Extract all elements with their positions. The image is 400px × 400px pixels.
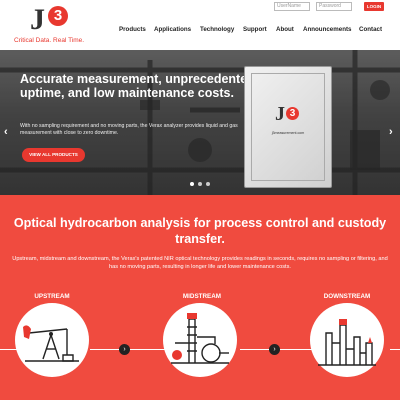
slider-prev-arrow[interactable]: ‹ [4,126,8,138]
midstream-card[interactable] [163,303,237,377]
downstream-label[interactable]: DOWNSTREAM [307,293,387,300]
slider-dots [184,182,216,188]
hero-banner: ‹ › Accurate measurement, unprecedented … [0,50,400,195]
login-bar: UserName Password LOGIN [274,2,394,13]
site-logo[interactable]: J 3 Critical Data. Real Time. [8,3,88,44]
nav-technology[interactable]: Technology [200,26,234,33]
tank-cap [339,319,347,325]
flow-arrow-icon: › [269,344,280,355]
logo-letter: J [30,3,45,36]
main-nav: Products Applications Technology Support… [119,26,394,38]
flow-line [240,349,320,350]
upstream-label[interactable]: UPSTREAM [12,293,92,300]
slider-dot[interactable] [198,182,202,186]
downstream-card[interactable] [310,303,384,377]
nav-announcements[interactable]: Announcements [303,26,351,33]
section-title: Optical hydrocarbon analysis for process… [13,216,387,246]
refinery-valve [172,350,182,360]
username-input[interactable]: UserName [274,2,310,11]
midstream-label[interactable]: MIDSTREAM [162,293,242,300]
nav-products[interactable]: Products [119,26,146,33]
login-button[interactable]: LOGIN [364,2,384,11]
refinery-icon [171,313,229,364]
slider-next-arrow[interactable]: › [389,126,393,138]
refinery-top [187,313,197,319]
flow-arrow-icon: › [119,344,130,355]
nav-support[interactable]: Support [243,26,267,33]
nav-contact[interactable]: Contact [359,26,382,33]
device-logo: J 3 [273,103,303,127]
view-all-products-button[interactable]: VIEW ALL PRODUCTS [22,148,85,162]
oil-pump-icon [23,325,79,362]
slider-dot[interactable] [190,182,194,186]
storage-tanks-icon [318,319,376,366]
upstream-card[interactable] [15,303,89,377]
device-url: j3measurement.com [271,131,305,135]
verax-analyzer-image: J 3 j3measurement.com [244,66,332,188]
device-panel [251,73,325,181]
tank-flare [368,337,372,343]
applications-section: Optical hydrocarbon analysis for process… [0,195,400,400]
pump-head [23,325,31,339]
nav-applications[interactable]: Applications [154,26,191,33]
flow-line [90,349,170,350]
slider-dot[interactable] [206,182,210,186]
section-description: Upstream, midstream and downstream, the … [12,256,388,270]
device-logo-number: 3 [286,107,299,120]
hero-description: With no sampling requirement and no movi… [20,123,238,136]
logo-number: 3 [48,6,68,26]
nav-about[interactable]: About [276,26,294,33]
site-header: J 3 Critical Data. Real Time. UserName P… [0,0,400,50]
hero-title: Accurate measurement, unprecedented upti… [20,72,255,100]
logo-tagline: Critical Data. Real Time. [14,37,85,44]
logo-mark: J 3 [30,3,72,36]
password-input[interactable]: Password [316,2,352,11]
flow-line [390,349,400,350]
device-logo-letter: J [275,103,285,125]
